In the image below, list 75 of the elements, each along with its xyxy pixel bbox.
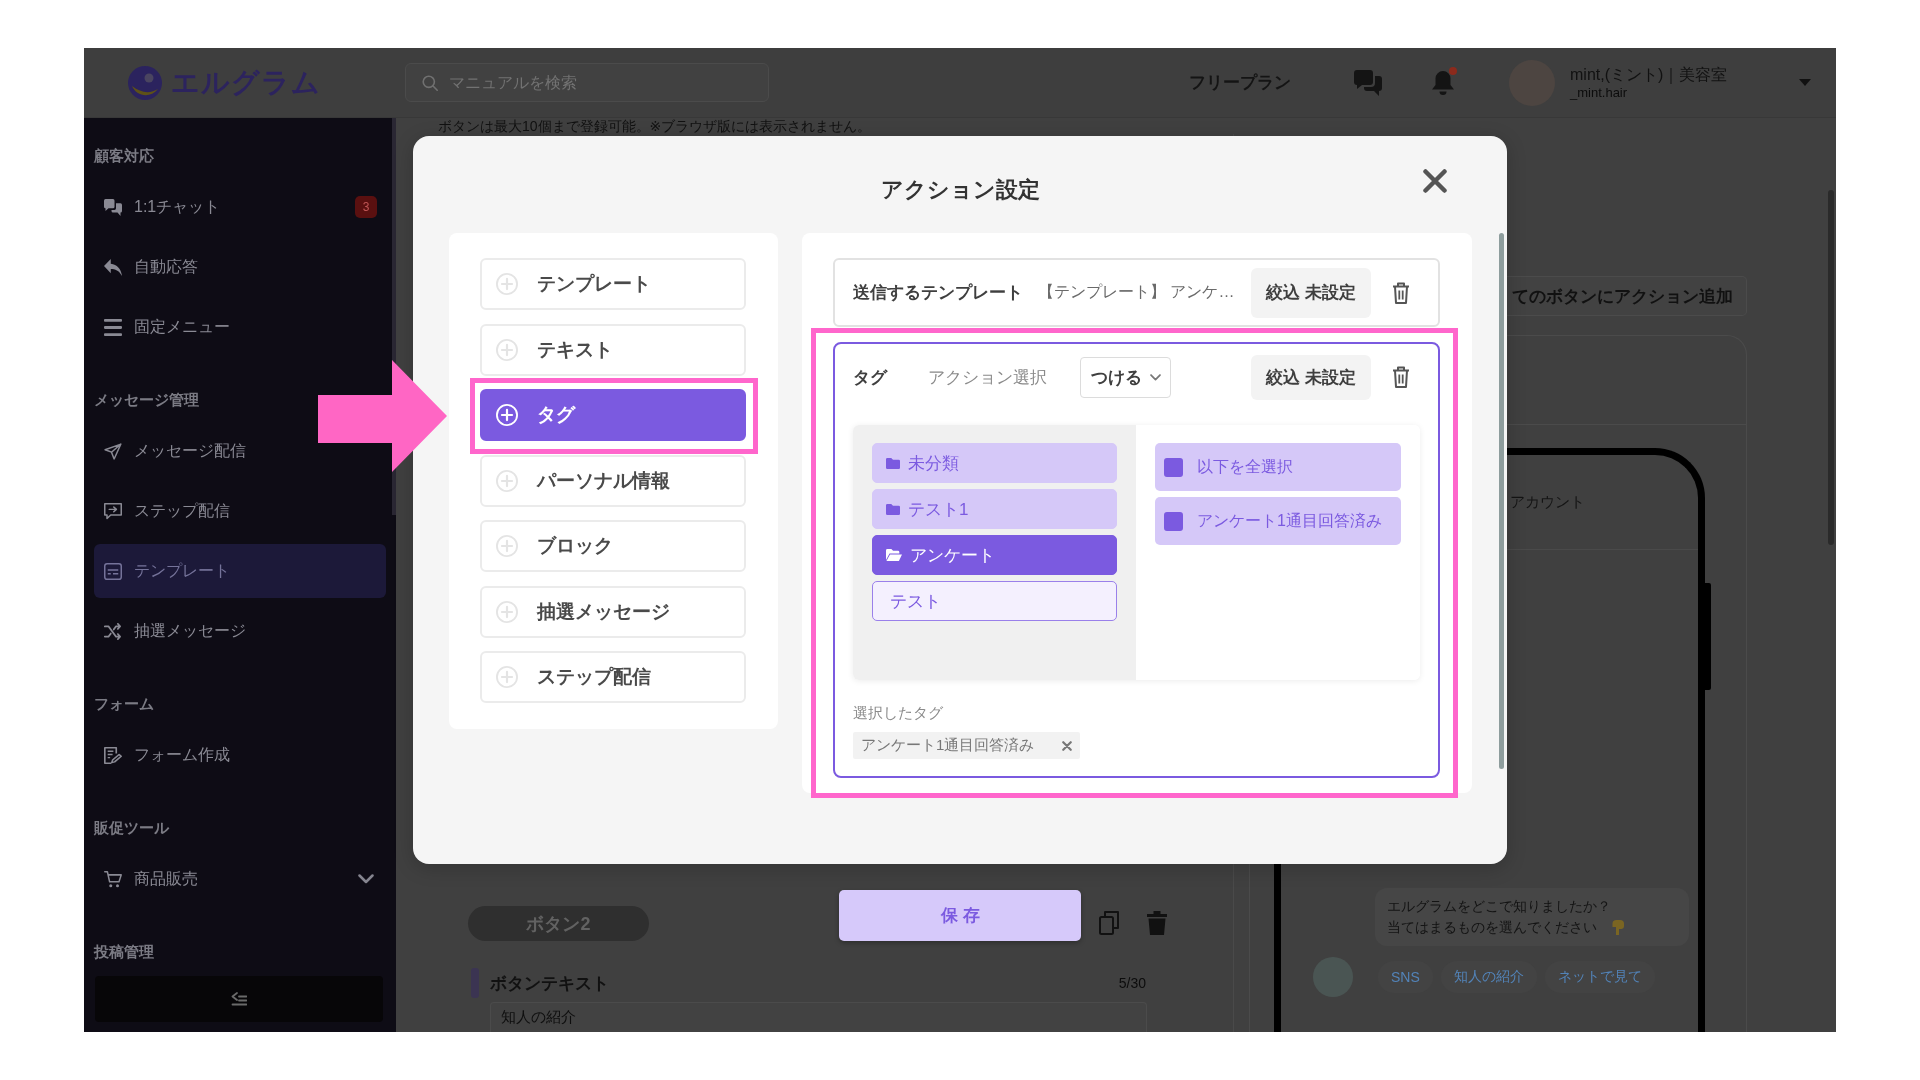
chat-bubbles-icon [104,198,122,216]
plus-circle-icon [496,404,518,426]
chat-bubbles-icon[interactable] [1354,69,1382,96]
sidebar-item[interactable]: メッセージ配信 [94,424,386,478]
scrollbar-thumb[interactable] [1499,233,1504,769]
sidebar-item[interactable]: テンプレート [94,544,386,598]
filter-button[interactable]: 絞込 未設定 [1251,267,1371,318]
sidebar-item[interactable]: ステップ配信 [94,484,386,538]
action-label: タグ [853,366,887,389]
tag-option[interactable]: アンケート1通目回答済み [1155,497,1401,545]
sidebar-item[interactable]: 固定メニュー [94,300,386,354]
menu-icon [104,318,122,336]
bell-icon[interactable] [1431,69,1455,96]
section-title: 顧客対応 [94,146,154,166]
section-title: 投稿管理 [94,942,154,962]
trash-icon[interactable] [1392,366,1410,388]
filter-button[interactable]: 絞込 未設定 [1251,354,1371,400]
paper-plane-icon [104,442,122,460]
search-icon [422,75,438,91]
copy-icon[interactable] [1099,911,1119,935]
logo-icon [127,64,163,101]
remove-icon[interactable] [1062,740,1073,751]
cart-icon [104,870,122,888]
folder-icon [886,503,900,515]
folder-item[interactable]: アンケート [872,535,1117,575]
checkbox[interactable] [1164,511,1183,531]
action-type-item[interactable]: タグ [480,389,746,441]
action-type-item[interactable]: テキスト [480,323,746,376]
section-title: メッセージ管理 [94,390,199,410]
sidebar-item[interactable]: 1:1チャット 3 [94,180,386,234]
folder-item[interactable]: テスト [872,581,1117,621]
plus-circle-icon [496,469,518,492]
sidebar-item[interactable]: 商品販売 [94,852,386,906]
action-type-item[interactable]: パーソナル情報 [480,454,746,507]
action-type-item[interactable]: ステップ配信 [480,651,746,703]
shuffle-icon [104,622,122,640]
checkbox[interactable] [1164,457,1183,477]
trash-icon[interactable] [1392,281,1410,304]
sidebar-item[interactable]: 抽選メッセージ [94,604,386,658]
pointing-hand-icon [1612,920,1624,935]
caret-down-icon[interactable] [1799,79,1811,86]
save-button[interactable]: 保存 [839,890,1081,941]
count-badge: 3 [355,196,377,218]
section-title: 販促ツール [94,818,169,838]
plus-circle-icon [496,338,518,361]
field-label: アクション選択 [928,366,1047,389]
form-pencil-icon [104,746,122,764]
reply-arrow-icon [104,258,122,276]
folder-item[interactable]: 未分類 [872,443,1117,483]
message-arrow-icon [104,502,122,520]
chevron-down-icon[interactable] [358,874,374,884]
tag-option[interactable]: 以下を全選択 [1155,443,1401,491]
chevron-down-icon [1149,373,1161,381]
dialog-title: アクション設定 [880,176,1040,204]
sidebar-item[interactable]: フォーム作成 [94,728,386,782]
plus-circle-icon [496,273,518,295]
folder-icon [886,457,900,469]
folder-item[interactable]: テスト1 [872,489,1117,529]
section-title: フォーム [94,694,154,714]
template-card-icon [104,562,122,580]
open-folder-icon [886,549,902,561]
action-type-item[interactable]: 抽選メッセージ [480,585,746,638]
template-value: 【テンプレート】 アンケ… [1038,282,1236,302]
action-type-item[interactable]: テンプレート [480,258,746,310]
close-icon[interactable] [1423,169,1447,193]
plus-circle-icon [496,535,518,557]
plus-circle-icon [496,600,518,623]
action-dropdown[interactable]: つける [1080,356,1171,398]
plus-circle-icon [496,666,518,688]
sidebar-item[interactable]: 自動応答 [94,240,386,294]
action-label: 送信するテンプレート [853,282,1024,304]
tag-label: アンケート1通目回答済み [861,736,1035,755]
collapse-sidebar-icon [231,992,247,1006]
action-type-item[interactable]: ブロック [480,520,746,572]
section-label: 選択したタグ [853,704,943,722]
